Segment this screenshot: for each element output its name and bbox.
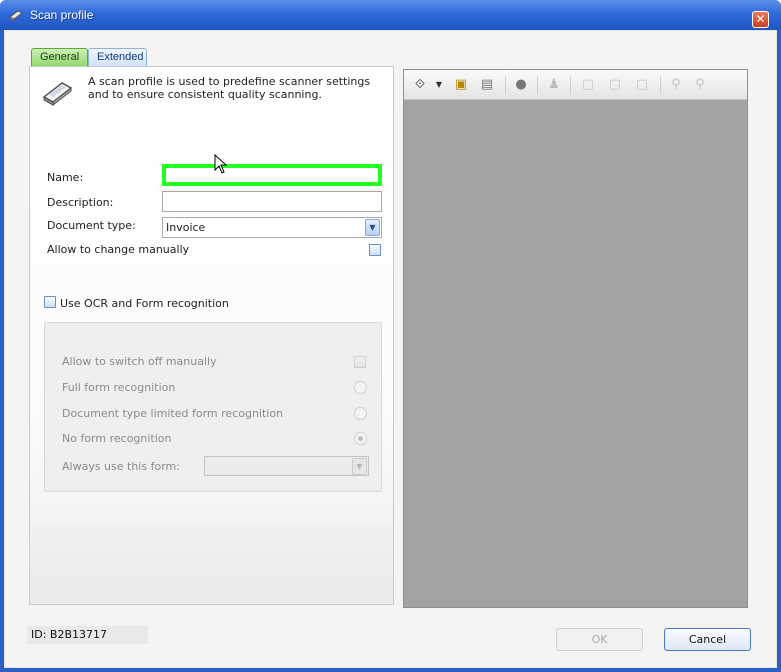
limited-form-label: Document type limited form recognition [62,407,284,420]
chevron-down-icon[interactable]: ▼ [352,458,367,475]
name-value [169,171,375,177]
always-use-form-select[interactable]: ▼ [204,456,369,476]
allow-change-label: Allow to change manually [47,243,190,256]
use-ocr-checkbox[interactable] [44,296,56,308]
allow-switch-off-label: Allow to switch off manually [62,355,217,368]
close-button[interactable]: ✕ [752,11,769,28]
preview-toolbar: ⟐ ▼ ▣ ▤ ● ♟ ▢ ▢ ▢ ⚲ ⚲ [404,70,747,100]
preview-panel: ⟐ ▼ ▣ ▤ ● ♟ ▢ ▢ ▢ ⚲ ⚲ [403,69,748,608]
always-use-form-label: Always use this form: [62,460,180,473]
title-bar[interactable]: Scan profile ✕ [0,0,781,30]
mouse-cursor-icon [214,154,228,174]
dialog-body: General Extended A scan profile is used … [4,30,777,668]
ok-button[interactable]: OK [556,628,643,651]
dropdown-arrow-icon[interactable]: ▼ [431,77,447,93]
scanner-icon [42,82,73,107]
document-type-value: Invoice [166,221,206,234]
scanner-icon [9,10,23,22]
full-form-radio[interactable] [354,381,367,394]
import-page-icon[interactable]: ▤ [479,77,495,93]
ocr-settings-group: Allow to switch off manually Full form r… [44,322,382,492]
window-title: Scan profile [30,8,94,22]
limited-form-radio[interactable] [354,407,367,420]
tab-extended[interactable]: Extended [88,48,147,67]
rotate-right-icon[interactable]: ▢ [607,77,623,93]
allow-change-checkbox[interactable] [369,244,381,256]
delete-icon[interactable]: ● [513,77,529,93]
name-label: Name: [47,171,84,184]
tab-general[interactable]: General [31,48,88,67]
navigate-icon[interactable]: ⟐ [412,77,428,93]
profile-id: ID: B2B13717 [27,626,148,644]
intro-text: A scan profile is used to predefine scan… [88,75,371,101]
document-type-select[interactable]: Invoice ▼ [162,217,382,238]
allow-switch-off-checkbox[interactable] [354,356,366,368]
flip-icon[interactable]: ▢ [634,77,650,93]
no-form-radio[interactable] [354,432,367,445]
general-panel: A scan profile is used to predefine scan… [29,66,394,605]
scan-page-icon[interactable]: ▣ [453,77,469,93]
tab-general-label: General [40,51,80,63]
no-form-label: No form recognition [62,432,172,445]
tab-extended-label: Extended [97,51,144,63]
close-icon: ✕ [755,12,766,26]
zoom-in-icon[interactable]: ⚲ [668,77,684,93]
rotate-left-icon[interactable]: ▢ [580,77,596,93]
scan-profile-window: Scan profile ✕ General Extended A scan p… [0,0,781,672]
panel-lower-area [30,522,393,604]
document-type-label: Document type: [47,219,136,232]
zoom-out-icon[interactable]: ⚲ [692,77,708,93]
name-field[interactable] [162,164,382,186]
cancel-button[interactable]: Cancel [664,628,751,651]
use-ocr-label: Use OCR and Form recognition [60,297,229,310]
description-field[interactable] [162,191,382,212]
chevron-down-icon[interactable]: ▼ [365,219,380,236]
full-form-label: Full form recognition [62,381,176,394]
description-label: Description: [47,196,114,209]
stamp-icon[interactable]: ♟ [546,77,562,93]
